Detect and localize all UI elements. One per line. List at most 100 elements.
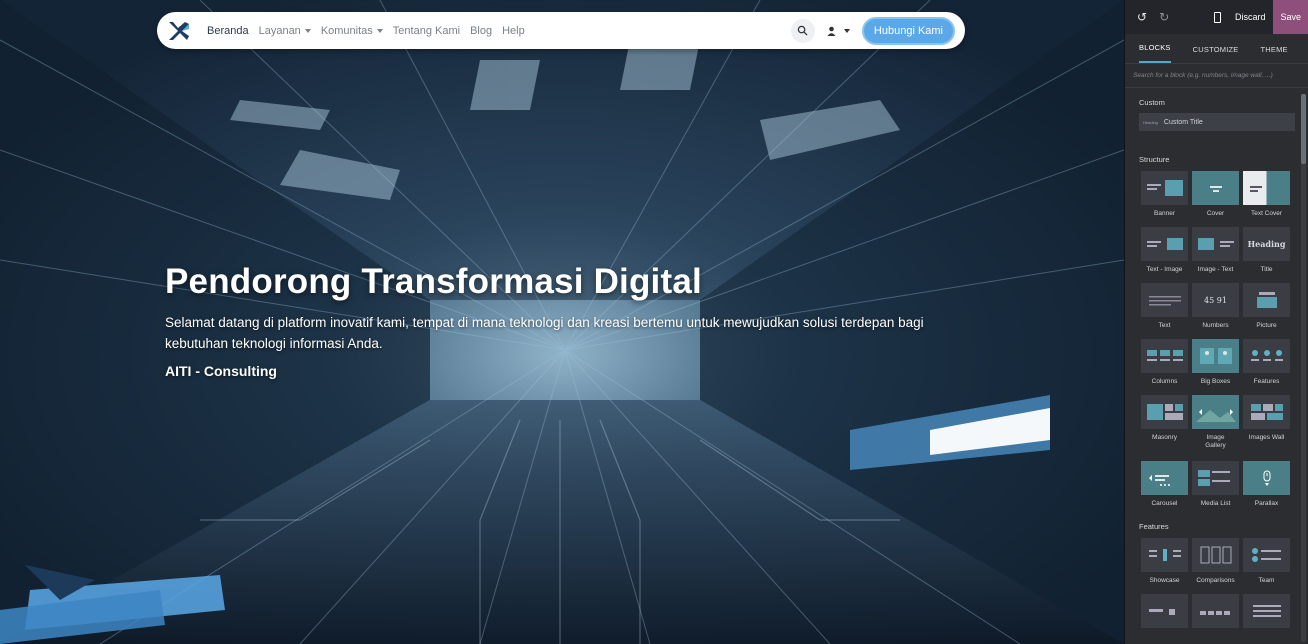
block-more-1[interactable] bbox=[1139, 593, 1190, 644]
block-numbers[interactable]: 45 91 Numbers bbox=[1190, 282, 1241, 338]
team-thumbnail bbox=[1242, 537, 1291, 573]
title-thumbnail: Heading bbox=[1242, 226, 1291, 262]
block-features[interactable]: Features bbox=[1241, 338, 1292, 394]
comparisons-thumbnail bbox=[1191, 537, 1240, 573]
section-title-custom: Custom bbox=[1139, 98, 1165, 107]
image-text-thumbnail bbox=[1191, 226, 1240, 262]
block-picture[interactable]: Picture bbox=[1241, 282, 1292, 338]
tab-theme[interactable]: THEME bbox=[1260, 45, 1287, 63]
block-text[interactable]: Text bbox=[1139, 282, 1190, 338]
nav-item-beranda[interactable]: Beranda bbox=[207, 25, 249, 37]
block-label: Images Wall bbox=[1248, 434, 1285, 441]
hero-title[interactable]: Pendorong Transformasi Digital bbox=[165, 262, 965, 302]
block-comparisons[interactable]: Comparisons bbox=[1190, 537, 1241, 593]
block-banner[interactable]: Banner bbox=[1139, 170, 1190, 226]
nav-item-tentang-kami[interactable]: Tentang Kami bbox=[393, 25, 460, 37]
blocks-scrollbar[interactable] bbox=[1301, 94, 1306, 642]
editor-sidebar: ↺ ↻ Discard Save BLOCKS CUSTOMIZE THEME … bbox=[1124, 0, 1308, 644]
media-list-thumbnail bbox=[1191, 460, 1240, 496]
nav-item-help[interactable]: Help bbox=[502, 25, 525, 37]
nav-menu: Beranda Layanan Komunitas Tentang Kami B… bbox=[207, 25, 525, 37]
nav-item-label: Komunitas bbox=[320, 24, 373, 37]
block-more-2[interactable] bbox=[1190, 593, 1241, 644]
block-text-image[interactable]: Text - Image bbox=[1139, 226, 1190, 282]
mobile-preview-icon[interactable] bbox=[1213, 11, 1221, 23]
more-block-thumbnail bbox=[1140, 593, 1189, 629]
block-label: Image Gallery bbox=[1205, 434, 1226, 449]
section-title-structure: Structure bbox=[1139, 155, 1170, 164]
block-media-list[interactable]: Media List bbox=[1190, 460, 1241, 516]
block-search-input[interactable]: Search for a block (e.g. numbers, image … bbox=[1125, 64, 1308, 88]
hero-subtitle[interactable]: Selamat datang di platform inovatif kami… bbox=[165, 312, 955, 354]
banner-thumbnail bbox=[1140, 170, 1189, 206]
block-label: Parallax bbox=[1254, 500, 1279, 507]
caret-down-icon bbox=[304, 28, 311, 33]
block-label: Team bbox=[1258, 577, 1275, 584]
user-menu-button[interactable] bbox=[827, 26, 850, 36]
block-label: Banner bbox=[1154, 210, 1175, 217]
image-gallery-thumbnail bbox=[1191, 394, 1240, 430]
undo-icon[interactable]: ↺ bbox=[1137, 10, 1147, 24]
block-label: Comparisons bbox=[1196, 577, 1235, 584]
block-label: Text - Image bbox=[1146, 266, 1183, 273]
block-carousel[interactable]: Carousel bbox=[1139, 460, 1190, 516]
search-button[interactable] bbox=[790, 18, 815, 43]
hero-tagline[interactable]: AITI - Consulting bbox=[165, 363, 965, 379]
block-text-cover[interactable]: Text Cover bbox=[1241, 170, 1292, 226]
block-image-text[interactable]: Image - Text bbox=[1190, 226, 1241, 282]
tab-customize[interactable]: CUSTOMIZE bbox=[1193, 45, 1239, 63]
block-label: Custom Title bbox=[1163, 118, 1203, 126]
structure-blocks-grid: Banner Cover Text Cover Text - Image Ima… bbox=[1139, 170, 1293, 516]
block-columns[interactable]: Columns bbox=[1139, 338, 1190, 394]
numbers-thumbnail: 45 91 bbox=[1191, 282, 1240, 318]
block-label: Features bbox=[1253, 378, 1280, 385]
cover-thumbnail bbox=[1191, 170, 1240, 206]
block-custom-title[interactable]: Heading Custom Title bbox=[1139, 113, 1295, 131]
save-button[interactable]: Save bbox=[1273, 0, 1308, 34]
website-canvas: Beranda Layanan Komunitas Tentang Kami B… bbox=[0, 0, 1124, 644]
editor-toolbar: ↺ ↻ Discard Save bbox=[1125, 0, 1308, 34]
contact-us-button[interactable]: Hubungi Kami bbox=[861, 16, 955, 45]
tab-blocks[interactable]: BLOCKS bbox=[1139, 43, 1171, 63]
text-cover-thumbnail bbox=[1242, 170, 1291, 206]
logo-icon[interactable] bbox=[167, 19, 191, 43]
block-images-wall[interactable]: Images Wall bbox=[1241, 394, 1292, 450]
numbers-thumb-text: 45 91 bbox=[1204, 295, 1227, 305]
block-label: Carousel bbox=[1151, 500, 1178, 507]
block-more-3[interactable] bbox=[1241, 593, 1292, 644]
caret-down-icon bbox=[376, 28, 383, 33]
nav-item-label: Layanan bbox=[258, 24, 301, 37]
nav-item-blog[interactable]: Blog bbox=[470, 25, 492, 37]
block-label: Columns bbox=[1151, 378, 1178, 385]
block-masonry[interactable]: Masonry bbox=[1139, 394, 1190, 450]
block-title[interactable]: Heading Title bbox=[1241, 226, 1292, 282]
text-thumbnail bbox=[1140, 282, 1189, 318]
block-label: Text bbox=[1158, 322, 1171, 329]
block-image-gallery[interactable]: Image Gallery bbox=[1190, 394, 1241, 460]
hero-content: Pendorong Transformasi Digital Selamat d… bbox=[165, 262, 965, 379]
block-parallax[interactable]: Parallax bbox=[1241, 460, 1292, 516]
discard-button[interactable]: Discard bbox=[1235, 12, 1266, 22]
redo-icon[interactable]: ↻ bbox=[1159, 10, 1169, 24]
images-wall-thumbnail bbox=[1242, 394, 1291, 430]
parallax-thumbnail bbox=[1242, 460, 1291, 496]
more-block-thumbnail bbox=[1191, 593, 1240, 629]
showcase-thumbnail bbox=[1140, 537, 1189, 573]
block-label: Showcase bbox=[1149, 577, 1180, 584]
site-navbar: Beranda Layanan Komunitas Tentang Kami B… bbox=[157, 12, 965, 49]
block-team[interactable]: Team bbox=[1241, 537, 1292, 593]
nav-actions: Hubungi Kami bbox=[790, 16, 955, 45]
features-thumbnail bbox=[1242, 338, 1291, 374]
search-icon bbox=[798, 25, 808, 36]
nav-item-layanan[interactable]: Layanan bbox=[259, 25, 311, 37]
heading-mini-label: Heading bbox=[1143, 119, 1158, 125]
block-cover[interactable]: Cover bbox=[1190, 170, 1241, 226]
block-showcase[interactable]: Showcase bbox=[1139, 537, 1190, 593]
carousel-thumbnail bbox=[1140, 460, 1189, 496]
block-label: Numbers bbox=[1202, 322, 1229, 329]
nav-item-komunitas[interactable]: Komunitas bbox=[321, 25, 383, 37]
columns-thumbnail bbox=[1140, 338, 1189, 374]
scrollbar-thumb[interactable] bbox=[1301, 94, 1306, 164]
block-big-boxes[interactable]: Big Boxes bbox=[1190, 338, 1241, 394]
more-block-thumbnail bbox=[1242, 593, 1291, 629]
